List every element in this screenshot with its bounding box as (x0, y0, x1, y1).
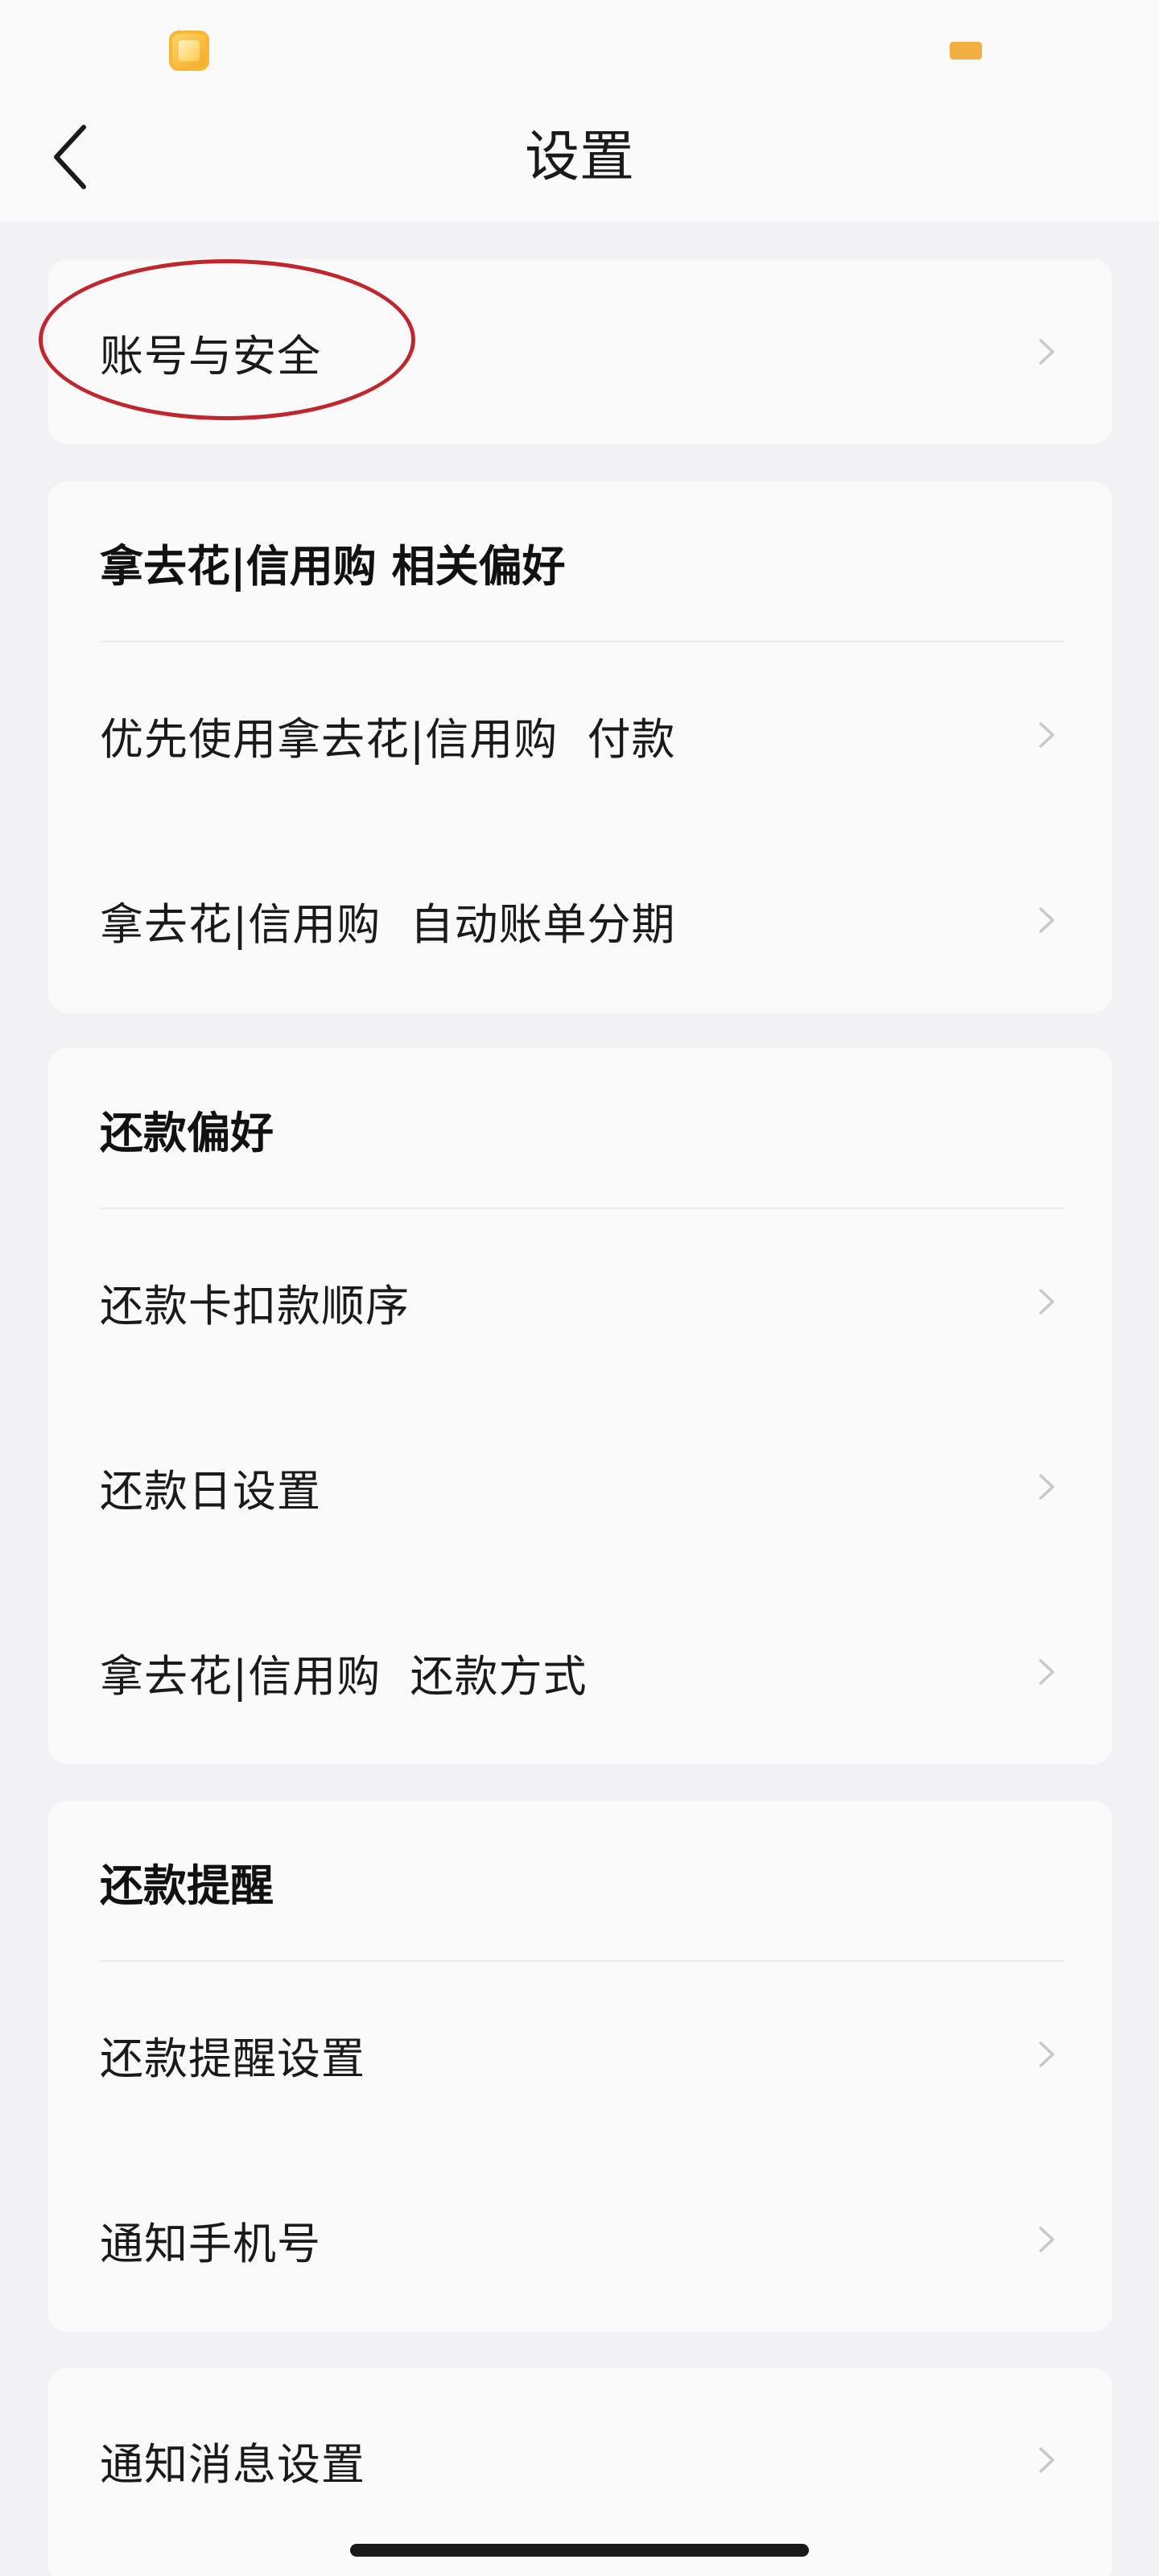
chevron-right-icon (1029, 1469, 1064, 1505)
row-notification-settings[interactable]: 通知消息设置 (48, 2368, 1112, 2553)
row-priority-payment[interactable]: 优先使用拿去花|信用购 付款 (48, 642, 1112, 828)
row-label: 还款卡扣款顺序 (100, 1280, 410, 1331)
row-label: 优先使用拿去花|信用购 付款 (100, 713, 676, 765)
repayment-reminder-card: 还款提醒 还款提醒设置 通知手机号 (48, 1801, 1112, 2332)
row-label: 拿去花|信用购 还款方式 (100, 1650, 588, 1702)
row-repayment-method[interactable]: 拿去花|信用购 还款方式 (48, 1579, 1112, 1765)
row-auto-installment[interactable]: 拿去花|信用购 自动账单分期 (48, 828, 1112, 1013)
chevron-right-icon (1029, 2442, 1064, 2478)
section-title: 还款偏好 (48, 1048, 1112, 1209)
repayment-preferences-card: 还款偏好 还款卡扣款顺序 还款日设置 拿去花|信用购 还款方式 (48, 1048, 1112, 1765)
row-reminder-settings[interactable]: 还款提醒设置 (48, 1962, 1112, 2147)
row-notify-phone[interactable]: 通知手机号 (48, 2147, 1112, 2332)
row-card-deduction-order[interactable]: 还款卡扣款顺序 (48, 1209, 1112, 1394)
section-title: 拿去花|信用购 相关偏好 (48, 481, 1112, 642)
chevron-right-icon (1029, 717, 1064, 753)
row-account-security[interactable]: 账号与安全 (48, 259, 1112, 444)
status-bar (0, 0, 1159, 108)
chevron-right-icon (1029, 2037, 1064, 2072)
app-icon (169, 31, 209, 71)
row-label: 通知手机号 (100, 2218, 321, 2269)
row-label: 通知消息设置 (100, 2438, 365, 2490)
page-title: 设置 (524, 126, 634, 189)
battery-icon (950, 42, 982, 60)
settings-screen: 设置 账号与安全 拿去花|信用购 相关偏好 优先使用拿去花|信用购 付款 拿去花… (0, 0, 1159, 2576)
row-label: 账号与安全 (100, 330, 321, 382)
row-label: 还款日设置 (100, 1465, 321, 1517)
row-repayment-day[interactable]: 还款日设置 (48, 1394, 1112, 1579)
chevron-right-icon (1029, 902, 1064, 938)
account-card: 账号与安全 (48, 259, 1112, 444)
home-indicator[interactable] (350, 2544, 809, 2557)
chevron-right-icon (1029, 334, 1064, 369)
row-label: 还款提醒设置 (100, 2033, 365, 2084)
nav-bar: 设置 (0, 97, 1159, 221)
section-title: 还款提醒 (48, 1801, 1112, 1962)
chevron-right-icon (1029, 1654, 1064, 1690)
credit-preferences-card: 拿去花|信用购 相关偏好 优先使用拿去花|信用购 付款 拿去花|信用购 自动账单… (48, 481, 1112, 1013)
chevron-right-icon (1029, 2222, 1064, 2257)
row-label: 拿去花|信用购 自动账单分期 (100, 898, 676, 950)
chevron-right-icon (1029, 1284, 1064, 1319)
